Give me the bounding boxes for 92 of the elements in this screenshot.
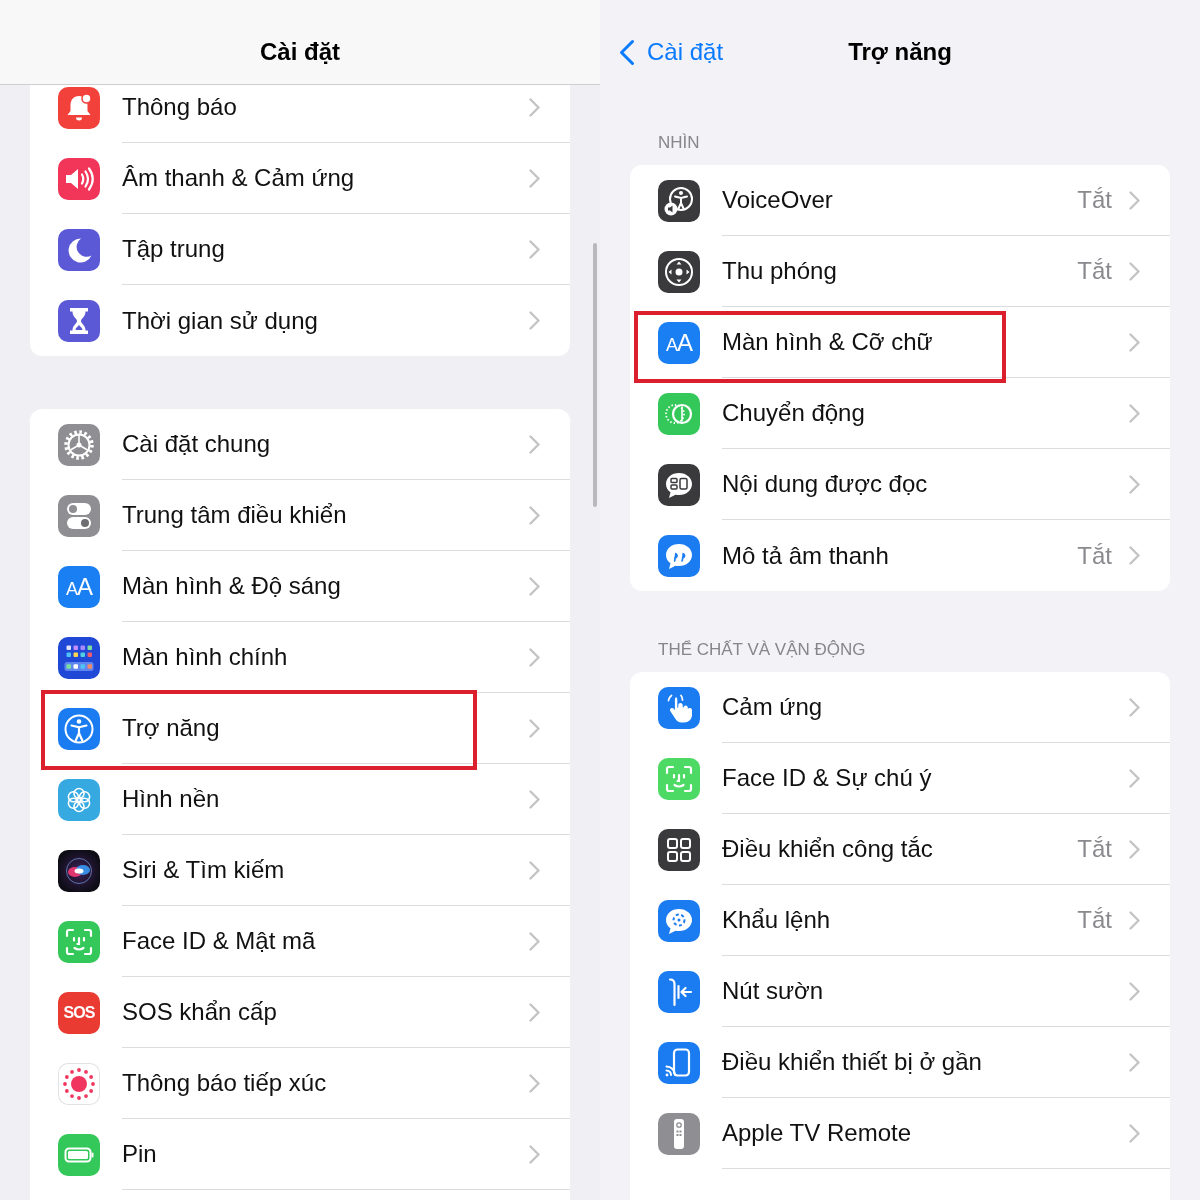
face-frame-icon (658, 757, 700, 800)
status-value: Tắt (1077, 257, 1112, 285)
setting-label[interactable]: Âm thanh & Cảm ứng (122, 164, 355, 192)
section-header: NHÌN (657, 133, 701, 153)
status-value: Tắt (1077, 186, 1112, 214)
dotted-ring-icon (58, 1062, 100, 1105)
chevron-left-icon (619, 38, 635, 66)
sos-icon: SOS (58, 991, 100, 1034)
toggle-switches-icon (58, 494, 100, 537)
chevron-icon (1129, 768, 1140, 788)
status-value: Tắt (1077, 541, 1112, 570)
chevron-icon (1129, 190, 1140, 210)
chevron-icon (1129, 332, 1140, 352)
setting-label[interactable]: Trung tâm điều khiển (122, 501, 347, 529)
setting-label[interactable]: Nút sườn (722, 977, 824, 1005)
setting-label[interactable]: Màn hình & Cỡ chữ (722, 328, 933, 356)
setting-label[interactable]: Khẩu lệnh (722, 906, 831, 934)
chevron-icon (529, 1002, 540, 1022)
setting-label[interactable]: Face ID & Mật mã (122, 927, 316, 955)
chevron-icon (1129, 474, 1140, 494)
app-grid-icon (58, 636, 100, 679)
chevron-icon (529, 239, 540, 259)
setting-label[interactable]: Trợ năng (122, 714, 220, 742)
text-size-icon: AA (58, 565, 100, 608)
chevron-icon (1129, 910, 1140, 930)
setting-label[interactable]: Cài đặt chung (122, 430, 271, 458)
quote-bubble-icon (658, 534, 700, 577)
chevron-icon (529, 434, 540, 454)
setting-label[interactable]: Thông báo tiếp xúc (122, 1069, 327, 1097)
section-header: THỂ CHẤT VÀ VẬN ĐỘNG (657, 640, 867, 660)
chevron-icon (529, 860, 540, 880)
status-value: Tắt (1077, 906, 1112, 934)
setting-label[interactable]: Màn hình chính (122, 643, 288, 671)
accessibility-speaker-icon (658, 179, 700, 222)
setting-label[interactable]: Thu phóng (722, 257, 837, 285)
setting-label[interactable]: Thông báo (122, 93, 237, 121)
setting-label[interactable]: Face ID & Sự chú ý (722, 764, 932, 792)
setting-label[interactable]: Thời gian sử dụng (122, 306, 318, 335)
chevron-icon (1129, 981, 1140, 1001)
setting-label[interactable]: Nội dung được đọc (722, 470, 928, 498)
setting-label[interactable]: Màn hình & Độ sáng (122, 572, 341, 600)
setting-label[interactable]: Cảm ứng (722, 693, 823, 721)
setting-label[interactable]: Điều khiển thiết bị ở gần (722, 1048, 982, 1076)
chevron-icon (529, 1144, 540, 1164)
chevron-icon (529, 576, 540, 596)
hourglass-icon (58, 299, 100, 342)
setting-label[interactable]: SOS khẩn cấp (122, 998, 277, 1026)
accessibility-icon (58, 707, 100, 750)
setting-label[interactable]: Apple TV Remote (722, 1119, 911, 1147)
chevron-icon (529, 97, 540, 117)
four-squares-icon (658, 828, 700, 871)
siri-orb-icon (58, 849, 100, 892)
chat-bubble-icon (658, 899, 700, 942)
chevron-icon (1129, 261, 1140, 281)
speech-bubble-icon (658, 463, 700, 506)
chevron-icon (529, 931, 540, 951)
chevron-icon (1129, 839, 1140, 859)
overlapping-circles-icon (658, 392, 700, 435)
chevron-icon (1129, 546, 1140, 565)
chevron-icon (529, 718, 540, 738)
setting-label[interactable]: Pin (122, 1140, 157, 1168)
moon-icon (58, 228, 100, 271)
setting-label[interactable]: Mô tả âm thanh (722, 541, 889, 570)
setting-label[interactable]: VoiceOver (722, 186, 833, 214)
nav-title: Trợ năng (848, 38, 952, 66)
chevron-icon (529, 505, 540, 525)
gear-icon (58, 423, 100, 466)
chevron-icon (529, 647, 540, 667)
setting-label[interactable]: Điều khiển công tắc (722, 835, 933, 863)
setting-label[interactable]: Chuyển động (722, 399, 865, 427)
chevron-icon (1129, 1123, 1140, 1143)
chevron-icon (529, 311, 540, 330)
flower-icon (58, 778, 100, 821)
status-value: Tắt (1077, 835, 1112, 863)
back-button[interactable]: Cài đặt (619, 38, 724, 66)
hand-pointer-icon (658, 686, 700, 729)
chevron-icon (1129, 697, 1140, 717)
speaker-icon (58, 157, 100, 200)
chevron-icon (1129, 1052, 1140, 1072)
face-frame-icon (58, 920, 100, 963)
chevron-icon (529, 168, 540, 188)
remote-control-icon (658, 1112, 700, 1155)
chevron-icon (529, 789, 540, 809)
chevron-icon (1129, 403, 1140, 423)
text-size-icon: AA (658, 321, 700, 364)
nav-title: Cài đặt (260, 38, 340, 66)
setting-label[interactable]: Tập trung (122, 235, 225, 263)
phone-waves-icon (658, 1041, 700, 1084)
chevron-icon (529, 1073, 540, 1093)
battery-icon (58, 1133, 100, 1176)
setting-label[interactable]: Siri & Tìm kiếm (122, 856, 285, 884)
setting-label[interactable]: Hình nền (122, 785, 220, 813)
